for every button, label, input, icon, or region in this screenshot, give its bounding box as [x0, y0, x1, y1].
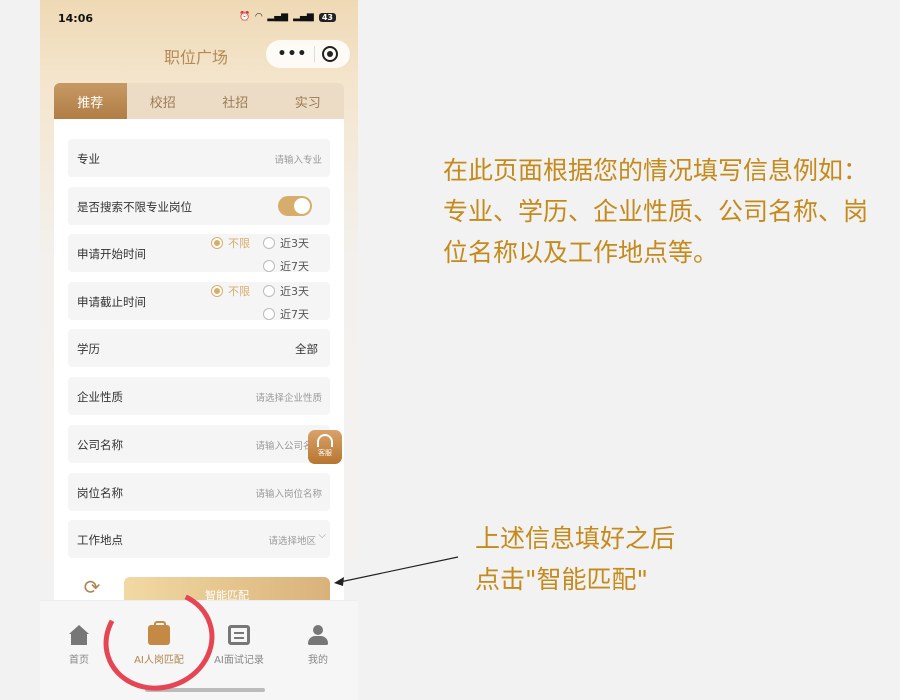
annotation-arrow: [334, 556, 459, 586]
